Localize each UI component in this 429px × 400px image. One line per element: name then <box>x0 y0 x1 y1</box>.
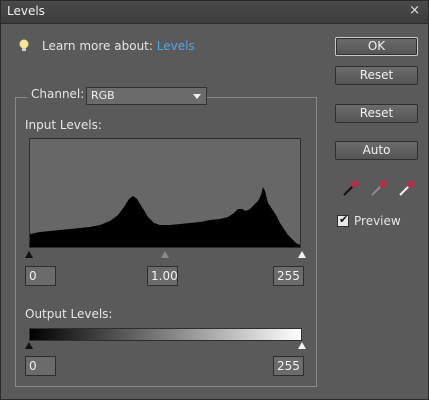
window-title: Levels <box>7 4 45 18</box>
white-point-eyedropper-icon[interactable] <box>397 178 417 198</box>
output-black-slider[interactable] <box>25 342 33 349</box>
lightbulb-icon <box>19 39 29 51</box>
input-gamma-field[interactable]: 1.00 <box>147 266 178 286</box>
input-black-slider[interactable] <box>25 251 33 258</box>
input-black-field[interactable]: 0 <box>25 266 56 286</box>
chevron-down-icon <box>193 94 201 99</box>
help-link[interactable]: Levels <box>157 39 195 53</box>
channel-value: RGB <box>91 89 115 102</box>
output-white-slider[interactable] <box>298 342 306 349</box>
reset-button[interactable]: Reset <box>335 66 418 85</box>
title-bar[interactable]: Levels × <box>1 1 428 24</box>
help-prefix: Learn more about: <box>42 39 153 53</box>
close-icon[interactable]: × <box>409 3 420 18</box>
histogram-graph <box>30 187 300 247</box>
channel-label: Channel: <box>27 87 89 101</box>
channel-select[interactable]: RGB <box>86 87 207 105</box>
gray-point-eyedropper-icon[interactable] <box>369 178 389 198</box>
black-point-eyedropper-icon[interactable] <box>341 178 361 198</box>
preview-checkbox[interactable]: ✔ <box>337 213 349 227</box>
levels-dialog: Levels × Learn more about: Levels OK Res… <box>0 0 429 400</box>
input-white-field[interactable]: 255 <box>273 266 304 286</box>
input-gamma-slider[interactable] <box>161 251 169 258</box>
checkmark-icon: ✔ <box>339 213 349 226</box>
output-levels-label: Output Levels: <box>25 307 113 321</box>
input-levels-label: Input Levels: <box>25 118 102 132</box>
histogram <box>29 138 301 248</box>
output-white-field[interactable]: 255 <box>273 356 304 376</box>
output-black-field[interactable]: 0 <box>25 356 56 376</box>
reset-secondary-button[interactable]: Reset <box>335 104 418 123</box>
ok-button[interactable]: OK <box>335 37 418 56</box>
auto-button[interactable]: Auto <box>335 141 418 160</box>
preview-label: Preview <box>354 214 401 228</box>
output-gradient-bar <box>29 328 302 341</box>
input-white-slider[interactable] <box>298 251 306 258</box>
help-text: Learn more about: Levels <box>42 39 195 53</box>
